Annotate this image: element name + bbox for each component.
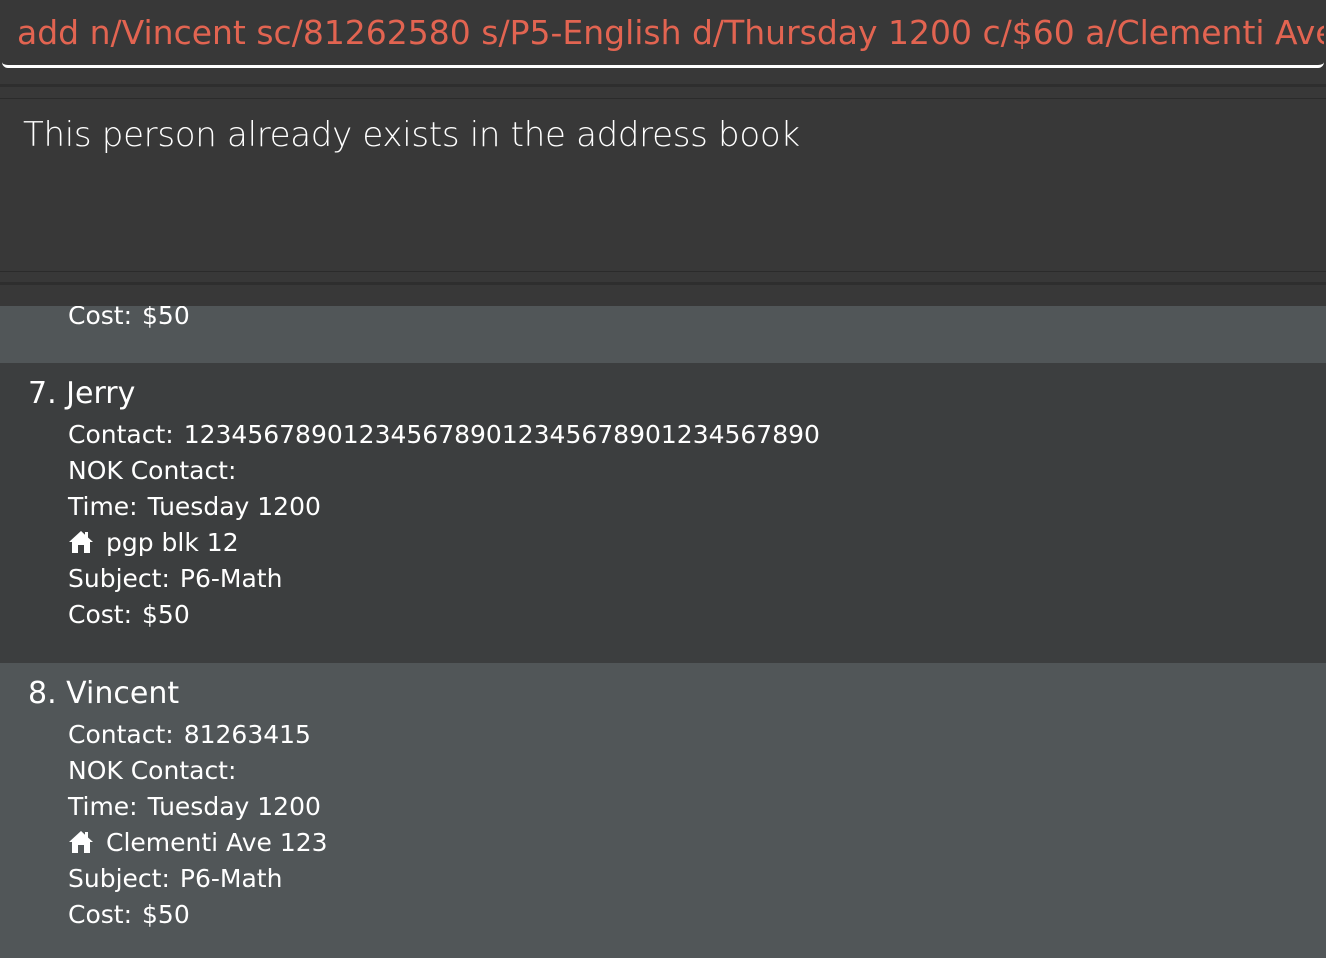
- contact-value: 81263415: [183, 720, 311, 749]
- contact-field: Contact: 81263415: [68, 717, 311, 753]
- address-field: pgp blk 12: [68, 525, 239, 561]
- nok-contact-field: NOK Contact:: [68, 453, 246, 489]
- subject-field: Subject: P6-Math: [68, 861, 282, 897]
- person-card[interactable]: 8. Vincent Contact: 81263415 NOK Contact:…: [0, 663, 1326, 958]
- cost-label: Cost:: [68, 306, 133, 330]
- cost-field: Cost: $50: [68, 306, 190, 334]
- time-label: Time:: [68, 492, 138, 521]
- divider: [0, 84, 1326, 87]
- address-value: pgp blk 12: [106, 528, 239, 557]
- subject-value: P6-Math: [179, 864, 283, 893]
- cost-label: Cost:: [68, 600, 133, 629]
- command-input[interactable]: [2, 0, 1324, 68]
- contact-label: Contact:: [68, 420, 174, 449]
- cost-label: Cost:: [68, 900, 133, 929]
- home-icon: [69, 531, 93, 553]
- time-label: Time:: [68, 792, 138, 821]
- contact-label: Contact:: [68, 720, 174, 749]
- address-value: Clementi Ave 123: [106, 828, 328, 857]
- person-name: 8. Vincent: [28, 676, 180, 711]
- person-name: 7. Jerry: [28, 376, 136, 411]
- cost-field: Cost: $50: [68, 597, 190, 633]
- person-card[interactable]: 7. Jerry Contact: 12345678901234567890123…: [0, 363, 1326, 663]
- nok-contact-field: NOK Contact:: [68, 753, 246, 789]
- time-field: Time: Tuesday 1200: [68, 789, 321, 825]
- cost-value: $50: [142, 600, 190, 629]
- contact-field: Contact: 12345678901234567890123456789012…: [68, 417, 820, 453]
- subject-value: P6-Math: [179, 564, 283, 593]
- address-field: Clementi Ave 123: [68, 825, 328, 861]
- command-box: [0, 0, 1326, 72]
- subject-field: Subject: P6-Math: [68, 561, 282, 597]
- subject-label: Subject:: [68, 864, 170, 893]
- cost-value: $50: [142, 306, 190, 330]
- time-value: Tuesday 1200: [147, 792, 321, 821]
- result-display[interactable]: This person already exists in the addres…: [0, 98, 1326, 272]
- nok-contact-label: NOK Contact:: [68, 756, 237, 785]
- cost-value: $50: [142, 900, 190, 929]
- person-list[interactable]: Cost: $50 7. Jerry Contact: 12345678901234…: [0, 306, 1326, 958]
- time-field: Time: Tuesday 1200: [68, 489, 321, 525]
- cost-field: Cost: $50: [68, 897, 190, 933]
- time-value: Tuesday 1200: [147, 492, 321, 521]
- result-message: This person already exists in the addres…: [23, 115, 800, 155]
- divider: [0, 282, 1326, 285]
- subject-label: Subject:: [68, 564, 170, 593]
- person-card-partial[interactable]: Cost: $50: [0, 306, 1326, 363]
- nok-contact-label: NOK Contact:: [68, 456, 237, 485]
- home-icon: [69, 831, 93, 853]
- contact-value: 1234567890123456789012345678901234567890: [183, 420, 820, 449]
